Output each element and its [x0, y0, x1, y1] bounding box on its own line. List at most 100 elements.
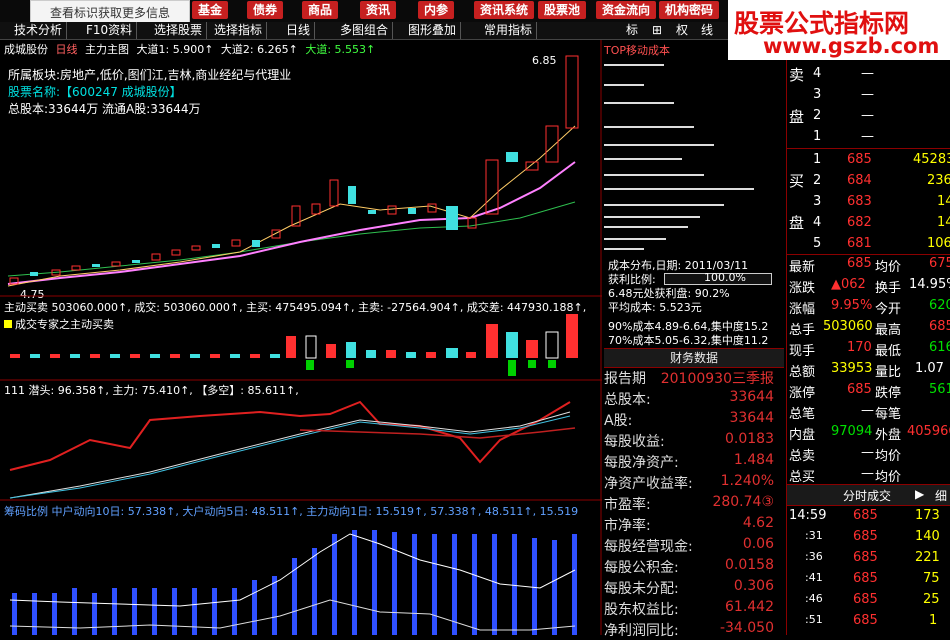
- profit-percent: 100.0%: [704, 271, 746, 284]
- stat-value: ▲062: [831, 277, 866, 292]
- stat-value: 503060: [823, 319, 873, 334]
- stat-label: 换手: [875, 281, 902, 296]
- tick-time: 14:59: [789, 508, 827, 523]
- buy-level: 3: [813, 194, 822, 209]
- nav-bond-button[interactable]: 债券: [247, 1, 284, 19]
- sell-price: —: [861, 87, 874, 102]
- chip-bars: [12, 530, 577, 635]
- buy-label-2: 盘: [789, 214, 805, 232]
- tick-volume: 221: [915, 550, 940, 565]
- buy-price: 681: [847, 236, 872, 251]
- stat-label: 均价: [875, 260, 902, 275]
- buy-price: 684: [847, 173, 872, 188]
- tick-volume: 1: [929, 613, 938, 628]
- stat-label: 量比: [875, 365, 902, 380]
- stat-value: 616: [929, 340, 950, 355]
- buy-volume: 14: [937, 194, 950, 209]
- chart-svg: [0, 40, 602, 635]
- stat-label: 均价: [875, 470, 902, 485]
- line-button[interactable]: 线: [697, 22, 717, 39]
- stat-label: 内盘: [789, 428, 816, 443]
- buy-level: 4: [813, 215, 822, 230]
- finance-row: 市净率: 4.62: [604, 515, 774, 534]
- stat-value: 1.07: [915, 361, 944, 376]
- nav-fund-flow-button[interactable]: 资金流向: [596, 1, 657, 19]
- tick-price: 685: [853, 571, 878, 586]
- tick-price: 685: [853, 529, 878, 544]
- nav-news-system-button[interactable]: 资讯系统: [474, 1, 535, 19]
- stat-value: 9.95%: [831, 298, 873, 313]
- overlay-dropdown[interactable]: 图形叠加: [404, 22, 462, 39]
- sell-level: 2: [813, 108, 822, 123]
- nav-reference-button[interactable]: 内参: [418, 1, 455, 19]
- sell-price: —: [861, 66, 874, 81]
- chevron-right-icon[interactable]: ▶: [915, 487, 924, 501]
- grid-icon[interactable]: ⊞: [648, 22, 666, 39]
- tick-price: 685: [853, 508, 878, 523]
- tick-header-label: 分时成交: [843, 489, 892, 503]
- nav-institution-button[interactable]: 机构密码: [659, 1, 720, 19]
- multi-chart-dropdown[interactable]: 多图组合: [336, 22, 394, 39]
- tick-volume: 25: [923, 592, 940, 607]
- buy-level: 1: [813, 152, 822, 167]
- stat-value: —: [861, 403, 874, 418]
- period-dropdown[interactable]: 日线: [282, 22, 316, 39]
- finance-panel: 财务数据 报告期 20100930三季报 总股本: 33644 A股: 33644 每…: [604, 348, 784, 639]
- stat-value: 405966: [907, 424, 950, 439]
- finance-header[interactable]: 财务数据: [604, 348, 784, 368]
- nav-commodity-button[interactable]: 商品: [302, 1, 339, 19]
- tick-header[interactable]: 分时成交 ▶ 细: [787, 484, 950, 506]
- stat-label: 最新: [789, 260, 816, 275]
- tab-f10[interactable]: F10资料: [82, 22, 138, 39]
- stat-value: 97094: [831, 424, 873, 439]
- tab-technical-analysis[interactable]: 技术分析: [10, 22, 68, 39]
- tick-time: :51: [805, 613, 823, 626]
- stat-label: 涨跌: [789, 281, 816, 296]
- finance-row: A股: 33644: [604, 410, 774, 429]
- finance-row: 总股本: 33644: [604, 389, 774, 408]
- buy-level: 5: [813, 236, 822, 251]
- volume-panel-header: 主动买卖 503060.000↑, 成交: 503060.000↑, 主买: 4…: [4, 299, 586, 315]
- toolbar: 技术分析 F10资料 选择股票 选择指标 日线 多图组合 图形叠加 常用指标 标…: [0, 22, 728, 40]
- mark-button[interactable]: 标: [622, 22, 642, 39]
- buy-price: 685: [847, 152, 872, 167]
- tick-volume: 173: [915, 508, 940, 523]
- buy-label-1: 买: [789, 172, 805, 190]
- stat-label: 总笔: [789, 407, 816, 422]
- stat-value: —: [861, 466, 874, 481]
- cost-distribution-panel: TOP移动成本 成本分布,日期: 2011/03/11 获利比例: 100.0%…: [604, 40, 784, 348]
- finance-row: 股东权益比: 61.442: [604, 599, 774, 618]
- stat-label: 总卖: [789, 449, 816, 464]
- tab-select-indicator[interactable]: 选择指标: [210, 22, 268, 39]
- tick-time: :36: [805, 550, 823, 563]
- stat-label: 外盘: [875, 428, 902, 443]
- stat-value: —: [861, 445, 874, 460]
- finance-row: 净资产收益率: 1.240%: [604, 473, 774, 492]
- stat-label: 每笔: [875, 407, 902, 422]
- stat-label: 最高: [875, 323, 902, 338]
- rights-button[interactable]: 权: [672, 22, 692, 39]
- tab-select-stock[interactable]: 选择股票: [150, 22, 208, 39]
- stat-value: 685: [929, 319, 950, 334]
- stat-label: 涨幅: [789, 302, 816, 317]
- nav-news-button[interactable]: 资讯: [360, 1, 397, 19]
- chart-area: 成城股份 日线 主力主图 大道1: 5.900↑ 大道2: 6.265↑ 大道:…: [0, 40, 602, 635]
- tick-volume: 75: [923, 571, 940, 586]
- common-indicator-dropdown[interactable]: 常用指标: [480, 22, 538, 39]
- finance-row: 每股收益: 0.0183: [604, 431, 774, 450]
- sell-level: 1: [813, 129, 822, 144]
- stat-label: 跌停: [875, 386, 902, 401]
- quote-panel: 卖 盘 4 — 3 — 2 — 1 — 买 盘 1 685 45283 2 68…: [786, 60, 950, 635]
- finance-row: 每股未分配: 0.306: [604, 578, 774, 597]
- stat-label: 总额: [789, 365, 816, 380]
- stat-value: 33953: [831, 361, 873, 376]
- nav-fund-button[interactable]: 基金: [192, 1, 229, 19]
- buy-volume: 106: [927, 236, 950, 251]
- tick-time: :41: [805, 571, 823, 584]
- stat-label: 今开: [875, 302, 902, 317]
- sell-label-1: 卖: [789, 66, 805, 84]
- nav-stock-pool-button[interactable]: 股票池: [538, 1, 587, 19]
- tick-detail-tab[interactable]: 细: [935, 487, 947, 504]
- sell-price: —: [861, 129, 874, 144]
- buy-volume: 236: [927, 173, 950, 188]
